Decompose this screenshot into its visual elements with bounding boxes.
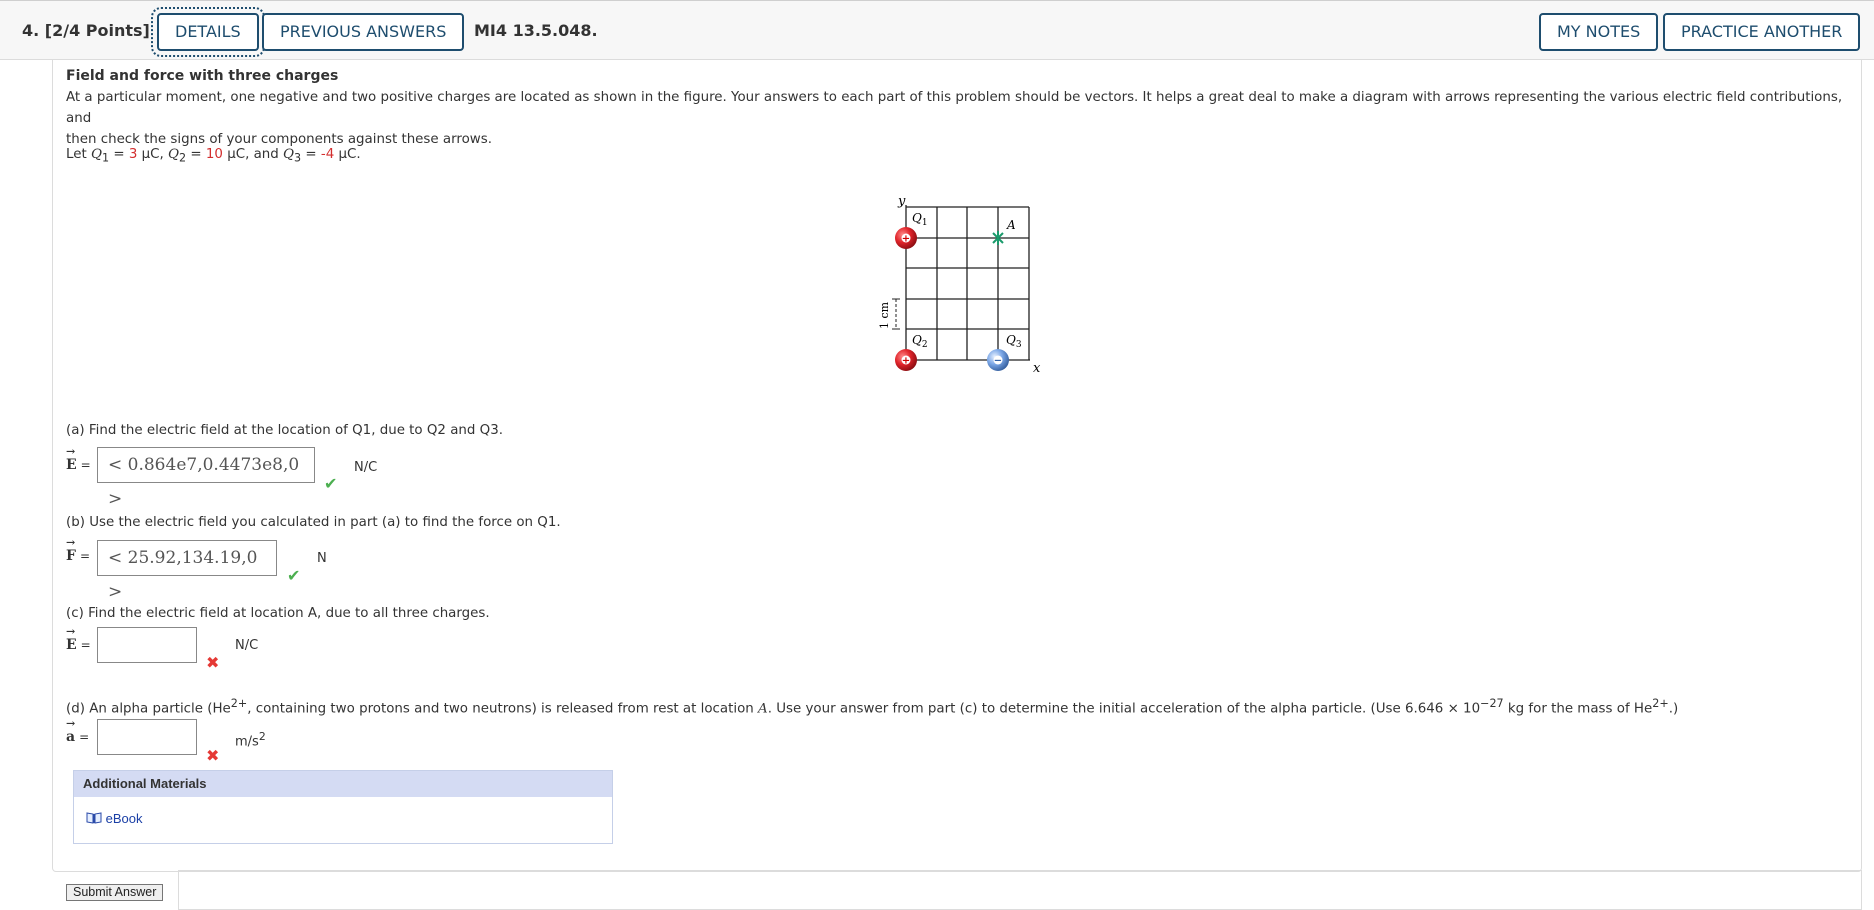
part-d-label: a → = (66, 717, 90, 745)
part-c-question: (c) Find the electric field at location … (66, 606, 490, 621)
part-b-label: F → = (66, 536, 91, 564)
ebook-link[interactable]: eBook (86, 811, 143, 826)
q2-label: Q2 (912, 333, 928, 350)
part-b-unit: N (317, 551, 327, 566)
part-c-incorrect-icon: ✖ (206, 653, 220, 672)
part-a-question: (a) Find the electric field at the locat… (66, 423, 503, 438)
part-a-unit: N/C (354, 460, 378, 475)
additional-materials-title: Additional Materials (74, 771, 612, 797)
svg-text:+: + (902, 356, 910, 367)
question-content-frame (52, 60, 1862, 872)
svg-text:+: + (902, 234, 910, 245)
part-b-question: (b) Use the electric field you calculate… (66, 515, 561, 530)
part-a-label: E → = (66, 445, 91, 473)
q1-value: 3 (128, 147, 138, 162)
charge-values: Let Q1 = 3 μC, Q2 = 10 μC, and Q3 = -4 μ… (66, 147, 361, 165)
book-icon (86, 812, 102, 824)
svg-text:−: − (994, 356, 1002, 367)
location-a-label: A (1006, 218, 1016, 232)
problem-intro: At a particular moment, one negative and… (66, 90, 1843, 147)
q3-label: Q3 (1006, 333, 1022, 350)
question-code: MI4 13.5.048. (474, 21, 598, 40)
practice-another-button[interactable]: PRACTICE ANOTHER (1663, 13, 1861, 51)
details-button[interactable]: DETAILS (151, 7, 265, 57)
part-d-question: (d) An alpha particle (He2+, containing … (66, 697, 1679, 717)
additional-materials-panel: Additional Materials eBook (73, 770, 613, 844)
part-c-unit: N/C (235, 638, 259, 653)
q1-label: Q1 (912, 211, 928, 228)
charge-q2-positive: + (895, 349, 917, 371)
charge-q3-negative: − (987, 349, 1009, 371)
my-notes-button[interactable]: MY NOTES (1539, 13, 1659, 51)
previous-answers-button[interactable]: PREVIOUS ANSWERS (262, 13, 465, 51)
q3-value: -4 (320, 147, 335, 162)
charge-q1-positive: + (895, 227, 917, 249)
x-axis-label: x (1033, 361, 1041, 376)
problem-title: Field and force with three charges (66, 68, 339, 84)
part-c-label: E → = (66, 625, 91, 653)
charge-grid-figure: y x 1 cm Q1 Q2 Q3 A + + − (878, 194, 1041, 376)
scale-label: 1 cm (878, 301, 891, 329)
part-d-incorrect-icon: ✖ (206, 746, 220, 765)
part-d-answer-field[interactable] (97, 719, 197, 755)
question-number: 4. [2/4 Points] (22, 21, 150, 40)
bottom-frame (178, 870, 1862, 910)
part-b-correct-icon: ✔ (287, 566, 301, 585)
part-a-correct-icon: ✔ (324, 474, 338, 493)
part-d-unit: m/s2 (235, 730, 266, 750)
q2-value: 10 (205, 147, 223, 162)
question-header: 4. [2/4 Points] DETAILS PREVIOUS ANSWERS… (0, 0, 1874, 60)
y-axis-label: y (897, 194, 906, 209)
scale-bar: 1 cm (878, 298, 900, 330)
part-a-answer-field[interactable]: < 0.864e7,0.4473e8,0 > (97, 447, 315, 509)
part-b-answer-field[interactable]: < 25.92,134.19,0 > (97, 540, 277, 602)
part-c-answer-field[interactable] (97, 627, 197, 663)
submit-answer-button[interactable]: Submit Answer (66, 884, 164, 901)
